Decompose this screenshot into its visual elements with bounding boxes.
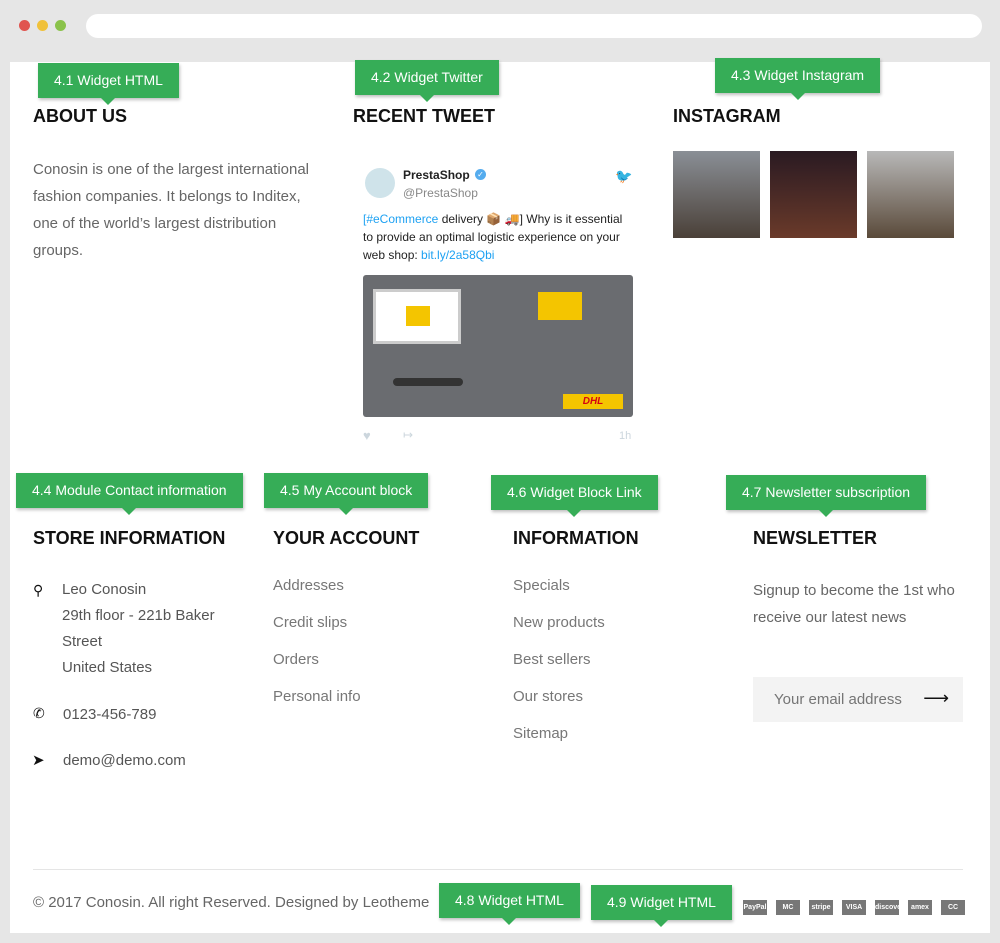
store-title: STORE INFORMATION — [33, 528, 226, 548]
tag: 4.5 My Account block — [264, 473, 429, 515]
share-icon[interactable]: ↦ — [403, 428, 413, 442]
browser-chrome — [0, 0, 1000, 52]
information-title: INFORMATION — [513, 528, 639, 548]
information-link[interactable]: New products — [513, 614, 605, 631]
account-link[interactable]: Credit slips — [273, 614, 347, 631]
information-link[interactable]: Specials — [513, 577, 570, 594]
copyright: © 2017 Conosin. All right Reserved. Desi… — [33, 894, 430, 911]
hashtag-link[interactable]: [#eCommerce — [363, 212, 438, 226]
tweet-title: RECENT TWEET — [353, 106, 495, 126]
tag: 4.6 Widget Block Link — [491, 475, 658, 517]
avatar[interactable] — [365, 168, 395, 198]
information-link[interactable]: Our stores — [513, 688, 583, 705]
instagram-photo[interactable] — [867, 151, 954, 238]
mastercard-icon: MC — [776, 900, 800, 915]
tweet-link[interactable]: bit.ly/2a58Qbi — [421, 248, 494, 262]
like-icon[interactable]: ♥ — [363, 428, 371, 443]
instagram-photo[interactable] — [770, 151, 857, 238]
store-address: Leo Conosin 29th floor - 221b Baker Stre… — [62, 577, 215, 681]
tag: 4.9 Widget HTML — [591, 885, 732, 927]
tweet-time: 1h — [619, 430, 632, 442]
store-email[interactable]: demo@demo.com — [63, 752, 186, 769]
newsletter-form: ⟶ — [753, 677, 963, 722]
footer-divider — [33, 869, 963, 870]
information-link[interactable]: Best sellers — [513, 651, 591, 668]
cc-icon: CC — [941, 900, 965, 915]
truck-graphic — [538, 292, 582, 320]
verified-icon: ✓ — [475, 169, 486, 180]
arrow-right-icon[interactable]: ⟶ — [923, 688, 949, 709]
laptop-graphic — [373, 289, 461, 344]
amex-icon: amex — [908, 900, 932, 915]
location-icon: ⚲ — [33, 582, 44, 598]
about-text: Conosin is one of the largest internatio… — [33, 161, 310, 259]
close-dot[interactable] — [19, 20, 30, 31]
store-phone[interactable]: 0123-456-789 — [63, 706, 156, 723]
send-icon: ➤ — [32, 752, 45, 769]
tag: 4.1 Widget HTML — [38, 63, 179, 105]
account-title: YOUR ACCOUNT — [273, 528, 420, 548]
stripe-icon: stripe — [809, 900, 833, 915]
twitter-icon[interactable]: 🐦 — [615, 168, 632, 185]
maximize-dot[interactable] — [55, 20, 66, 31]
phone-icon: ✆ — [33, 705, 45, 721]
minimize-dot[interactable] — [37, 20, 48, 31]
address-line: Street — [62, 633, 103, 650]
tweet-text: [#eCommerce delivery 📦 🚚] Why is it esse… — [363, 210, 633, 264]
visa-icon: VISA — [842, 900, 866, 915]
address-line: United States — [62, 659, 153, 676]
account-link[interactable]: Addresses — [273, 577, 344, 594]
address-line: Leo Conosin — [62, 581, 147, 598]
conveyor-graphic — [393, 378, 463, 386]
discover-icon: discover — [875, 900, 904, 915]
tag: 4.2 Widget Twitter — [355, 60, 499, 102]
email-input[interactable] — [753, 677, 923, 722]
tag: 4.7 Newsletter subscription — [726, 475, 927, 517]
address-line: 29th floor - 221b Baker — [62, 607, 215, 624]
tweet-image[interactable]: DHL — [363, 275, 633, 417]
account-link[interactable]: Orders — [273, 651, 319, 668]
instagram-title: INSTAGRAM — [673, 106, 781, 126]
information-link[interactable]: Sitemap — [513, 725, 568, 742]
newsletter-title: NEWSLETTER — [753, 528, 877, 548]
account-link[interactable]: Personal info — [273, 688, 361, 705]
dhl-logo: DHL — [563, 394, 623, 409]
address-bar[interactable] — [86, 14, 982, 38]
tag: 4.3 Widget Instagram — [715, 58, 881, 100]
tweet-name[interactable]: PrestaShop — [403, 168, 470, 182]
tag: 4.8 Widget HTML — [439, 883, 580, 925]
tag: 4.4 Module Contact information — [16, 473, 243, 515]
paypal-icon: PayPal — [743, 900, 767, 915]
about-title: ABOUT US — [33, 106, 127, 126]
instagram-photo[interactable] — [673, 151, 760, 238]
page: 4.1 Widget HTML 4.2 Widget Twitter 4.3 W… — [10, 58, 990, 933]
tweet-handle[interactable]: @PrestaShop — [403, 186, 478, 200]
newsletter-text: Signup to become the 1st who receive our… — [753, 582, 955, 626]
payment-icons: PayPal MC stripe VISA discover amex CC — [743, 896, 974, 915]
